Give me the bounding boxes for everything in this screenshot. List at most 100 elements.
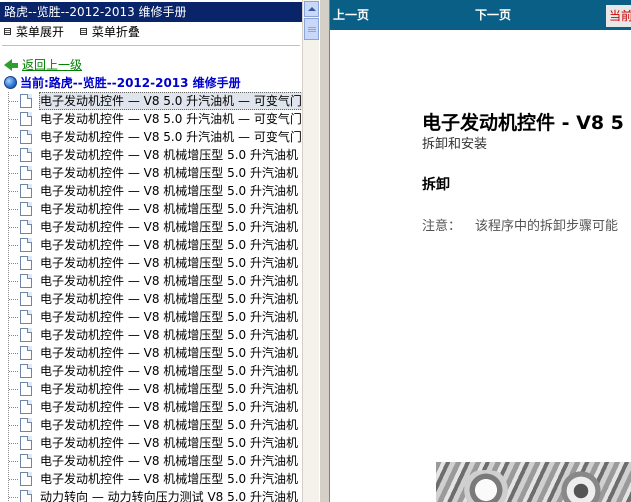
tree-item[interactable]: 电子发动机控件 — V8 机械增压型 5.0 升汽油机 (0, 398, 302, 416)
illustration-detail (456, 470, 516, 502)
prev-page-link[interactable]: 上一页 (333, 0, 369, 30)
collapse-menu-button[interactable]: 菜单折叠 (76, 22, 140, 42)
tree-item-label[interactable]: 电子发动机控件 — V8 机械增压型 5.0 升汽油机 (39, 326, 299, 344)
tree-item-label[interactable]: 电子发动机控件 — V8 机械增压型 5.0 升汽油机 (39, 344, 299, 362)
tree-connector-branch (9, 227, 19, 228)
tree-item[interactable]: 电子发动机控件 — V8 机械增压型 5.0 升汽油机 (0, 362, 302, 380)
back-link[interactable]: 返回上一级 (22, 58, 82, 72)
tree-item-label[interactable]: 电子发动机控件 — V8 机械增压型 5.0 升汽油机 (39, 362, 299, 380)
tree-item[interactable]: 电子发动机控件 — V8 机械增压型 5.0 升汽油机 (0, 290, 302, 308)
document-title: 电子发动机控件 - V8 5 (422, 112, 624, 134)
tree-item[interactable]: 电子发动机控件 — V8 机械增压型 5.0 升汽油机 (0, 164, 302, 182)
tree-item-label[interactable]: 电子发动机控件 — V8 机械增压型 5.0 升汽油机 (39, 470, 299, 488)
current-page-link[interactable]: 当前 (606, 5, 631, 27)
tree-item-label[interactable]: 电子发动机控件 — V8 5.0 升汽油机 — 可变气门 (39, 92, 302, 110)
tree-item-label[interactable]: 电子发动机控件 — V8 机械增压型 5.0 升汽油机 (39, 434, 299, 452)
document-icon (20, 184, 32, 198)
left-pane: 路虎--览胜--2012-2013 维修手册 菜单展开 菜单折叠 返回上一级 当… (0, 0, 319, 502)
tree-connector-branch (9, 335, 19, 336)
tree-item-label[interactable]: 电子发动机控件 — V8 机械增压型 5.0 升汽油机 (39, 272, 299, 290)
document-icon (20, 490, 32, 502)
tree-connector-branch (9, 497, 19, 498)
left-vertical-scrollbar[interactable] (302, 0, 319, 502)
document-icon (20, 328, 32, 342)
globe-icon (4, 76, 17, 89)
back-arrow-icon (4, 59, 12, 71)
tree-item-label[interactable]: 电子发动机控件 — V8 机械增压型 5.0 升汽油机 (39, 218, 299, 236)
tree-item[interactable]: 电子发动机控件 — V8 机械增压型 5.0 升汽油机 (0, 434, 302, 452)
tree-connector-branch (9, 443, 19, 444)
tree-item[interactable]: 电子发动机控件 — V8 机械增压型 5.0 升汽油机 (0, 200, 302, 218)
tree-item[interactable]: 电子发动机控件 — V8 机械增压型 5.0 升汽油机 (0, 326, 302, 344)
tree-item[interactable]: 电子发动机控件 — V8 机械增压型 5.0 升汽油机 (0, 308, 302, 326)
tree-item[interactable]: 电子发动机控件 — V8 机械增压型 5.0 升汽油机 (0, 452, 302, 470)
tree-connector-branch (9, 263, 19, 264)
expand-menu-button[interactable]: 菜单展开 (0, 22, 64, 42)
tree-item[interactable]: 电子发动机控件 — V8 机械增压型 5.0 升汽油机 (0, 380, 302, 398)
tree-item[interactable]: 电子发动机控件 — V8 机械增压型 5.0 升汽油机 (0, 272, 302, 290)
tree-connector-branch (9, 425, 19, 426)
document-icon (20, 346, 32, 360)
grip-line (308, 31, 316, 32)
engine-illustration (436, 462, 631, 502)
tree-item[interactable]: 电子发动机控件 — V8 机械增压型 5.0 升汽油机 (0, 254, 302, 272)
note-text: 该程序中的拆卸步骤可能 (475, 219, 619, 234)
tree-connector-line (8, 488, 9, 502)
tree-item-label[interactable]: 电子发动机控件 — V8 机械增压型 5.0 升汽油机 (39, 254, 299, 272)
expand-menu-label: 菜单展开 (16, 25, 65, 39)
tree-item-label[interactable]: 电子发动机控件 — V8 机械增压型 5.0 升汽油机 (39, 236, 299, 254)
document-icon (20, 238, 32, 252)
tree-connector-branch (9, 317, 19, 318)
tree-item[interactable]: 电子发动机控件 — V8 5.0 升汽油机 — 可变气门 (0, 92, 302, 110)
scroll-thumb[interactable] (304, 18, 319, 40)
tree-connector-branch (9, 479, 19, 480)
caution-note: 注意： 该程序中的拆卸步骤可能 (422, 215, 618, 234)
tree-item-label[interactable]: 电子发动机控件 — V8 机械增压型 5.0 升汽油机 (39, 398, 299, 416)
document-icon (20, 112, 32, 126)
tree-connector-branch (9, 209, 19, 210)
tree-item-label[interactable]: 动力转向 — 动力转向压力测试 V8 5.0 升汽油机 (39, 488, 299, 502)
tree-item-label[interactable]: 电子发动机控件 — V8 机械增压型 5.0 升汽油机 (39, 200, 299, 218)
pane-splitter[interactable] (319, 0, 330, 502)
tree-connector-branch (9, 155, 19, 156)
tree-item-label[interactable]: 电子发动机控件 — V8 机械增压型 5.0 升汽油机 (39, 164, 299, 182)
tree-item-label[interactable]: 电子发动机控件 — V8 机械增压型 5.0 升汽油机 (39, 416, 299, 434)
tree-item[interactable]: 动力转向 — 动力转向压力测试 V8 5.0 升汽油机 (0, 488, 302, 502)
document-icon (20, 400, 32, 414)
tree-item[interactable]: 电子发动机控件 — V8 机械增压型 5.0 升汽油机 (0, 182, 302, 200)
document-icon (20, 220, 32, 234)
current-location: 当前:路虎--览胜--2012-2013 维修手册 (4, 74, 241, 92)
tree-item-label[interactable]: 电子发动机控件 — V8 5.0 升汽油机 — 可变气门 (39, 128, 302, 146)
document-icon (20, 166, 32, 180)
tree-item-label[interactable]: 电子发动机控件 — V8 机械增压型 5.0 升汽油机 (39, 290, 299, 308)
document-icon (20, 274, 32, 288)
document-icon (20, 364, 32, 378)
illustration-detail (556, 466, 606, 502)
tree-item-label[interactable]: 电子发动机控件 — V8 机械增压型 5.0 升汽油机 (39, 146, 299, 164)
document-icon (20, 256, 32, 270)
document-icon (20, 148, 32, 162)
tree-item[interactable]: 电子发动机控件 — V8 5.0 升汽油机 — 可变气门 (0, 128, 302, 146)
tree-connector-branch (9, 245, 19, 246)
next-page-link[interactable]: 下一页 (475, 0, 511, 30)
tree-item[interactable]: 电子发动机控件 — V8 5.0 升汽油机 — 可变气门 (0, 110, 302, 128)
tree-item-label[interactable]: 电子发动机控件 — V8 机械增压型 5.0 升汽油机 (39, 182, 299, 200)
tree-item-label[interactable]: 电子发动机控件 — V8 机械增压型 5.0 升汽油机 (39, 452, 299, 470)
current-location-label[interactable]: 当前:路虎--览胜--2012-2013 维修手册 (20, 76, 241, 90)
tree-item-label[interactable]: 电子发动机控件 — V8 5.0 升汽油机 — 可变气门 (39, 110, 302, 128)
tree-connector-branch (9, 173, 19, 174)
tree-item-label[interactable]: 电子发动机控件 — V8 机械增压型 5.0 升汽油机 (39, 308, 299, 326)
note-label: 注意： (422, 219, 462, 234)
tree-item[interactable]: 电子发动机控件 — V8 机械增压型 5.0 升汽油机 (0, 218, 302, 236)
tree-connector-branch (9, 299, 19, 300)
tree-item[interactable]: 电子发动机控件 — V8 机械增压型 5.0 升汽油机 (0, 470, 302, 488)
tree-item[interactable]: 电子发动机控件 — V8 机械增压型 5.0 升汽油机 (0, 146, 302, 164)
tree-item-label[interactable]: 电子发动机控件 — V8 机械增压型 5.0 升汽油机 (39, 380, 299, 398)
tree-item[interactable]: 电子发动机控件 — V8 机械增压型 5.0 升汽油机 (0, 236, 302, 254)
page-nav-bar: 上一页 下一页 当前 (330, 0, 631, 30)
section-heading: 拆卸 (422, 177, 450, 193)
tree-item[interactable]: 电子发动机控件 — V8 机械增压型 5.0 升汽油机 (0, 344, 302, 362)
scroll-up-button[interactable] (304, 1, 319, 17)
tree-item[interactable]: 电子发动机控件 — V8 机械增压型 5.0 升汽油机 (0, 416, 302, 434)
tree-connector-branch (9, 119, 19, 120)
